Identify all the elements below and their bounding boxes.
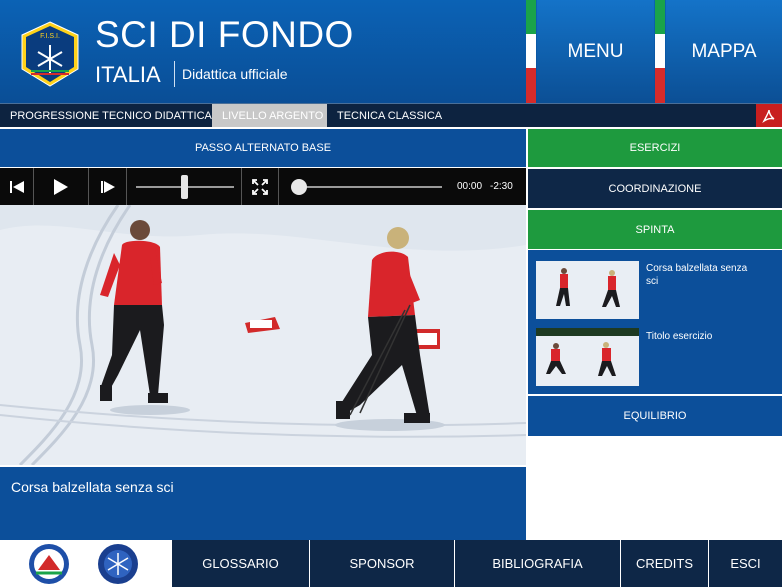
coordinazione-button[interactable]: COORDINAZIONE [528, 169, 782, 208]
time-remaining: -2:30 [490, 181, 513, 192]
next-button[interactable] [89, 168, 127, 205]
italian-flag-stripe [655, 0, 665, 103]
map-button[interactable]: MAPPA [666, 0, 782, 103]
video-controls [0, 168, 526, 205]
exercise-label[interactable]: Titolo esercizio [646, 330, 756, 343]
fullscreen-icon [252, 178, 268, 195]
exercise-thumbnail[interactable] [536, 261, 639, 319]
breadcrumb-bar: PROGRESSIONE TECNICO DIDATTICA LIVELLO A… [0, 103, 782, 127]
logo-text: F.I.S.I. [40, 33, 60, 40]
play-button[interactable] [34, 168, 89, 205]
sponsor-logos [0, 540, 171, 587]
italian-flag-stripe [526, 0, 536, 103]
tab-tecnica-classica[interactable]: TECNICA CLASSICA [327, 104, 527, 127]
pdf-icon [762, 109, 775, 123]
previous-button[interactable] [0, 168, 34, 205]
volume-knob[interactable] [180, 175, 188, 199]
equilibrio-button[interactable]: EQUILIBRIO [528, 396, 782, 436]
bibliografia-button[interactable]: BIBLIOGRAFIA [454, 540, 620, 587]
coni-logo [98, 544, 138, 584]
glossario-button[interactable]: GLOSSARIO [171, 540, 309, 587]
credits-button[interactable]: CREDITS [620, 540, 708, 587]
subtitle-divider [174, 61, 175, 87]
seek-knob[interactable] [291, 179, 307, 195]
video-caption: Corsa balzellata senza sci [0, 467, 526, 540]
skip-forward-icon [100, 180, 115, 193]
seek-track [300, 186, 442, 188]
play-icon [54, 178, 68, 195]
app-tagline: Didattica ufficiale [182, 66, 288, 82]
menu-button[interactable]: MENU [537, 0, 654, 103]
video-section-title: PASSO ALTERNATO BASE [0, 129, 526, 167]
header: F.I.S.I. SCI DI FONDO ITALIA Didattica u… [0, 0, 782, 103]
esercizi-button[interactable]: ESERCIZI [528, 129, 782, 167]
bottom-nav: GLOSSARIO SPONSOR BIBLIOGRAFIA CREDITS E… [0, 540, 782, 587]
sponsor-button[interactable]: SPONSOR [309, 540, 454, 587]
pdf-button[interactable] [756, 104, 782, 127]
asiva-logo [29, 544, 69, 584]
video-frame[interactable] [0, 205, 526, 465]
exercise-label[interactable]: Corsa balzellata senza sci [646, 262, 756, 288]
tab-progressione[interactable]: PROGRESSIONE TECNICO DIDATTICA [0, 104, 212, 127]
exercise-list: Corsa balzellata senza sci Titolo eserci… [528, 250, 782, 394]
spinta-button[interactable]: SPINTA [528, 210, 782, 249]
tab-livello-argento[interactable]: LIVELLO ARGENTO [212, 104, 327, 127]
app-title: SCI DI FONDO [95, 14, 354, 55]
app-subtitle: ITALIA [95, 62, 161, 87]
fisi-logo: F.I.S.I. [21, 21, 79, 87]
app-screen: F.I.S.I. SCI DI FONDO ITALIA Didattica u… [0, 0, 782, 587]
exercise-thumbnail[interactable] [536, 328, 639, 386]
esci-button[interactable]: ESCI [708, 540, 782, 587]
fullscreen-button[interactable] [242, 168, 279, 205]
skip-back-icon [9, 180, 24, 193]
time-elapsed: 00:00 [457, 181, 483, 192]
video-still [0, 205, 526, 465]
